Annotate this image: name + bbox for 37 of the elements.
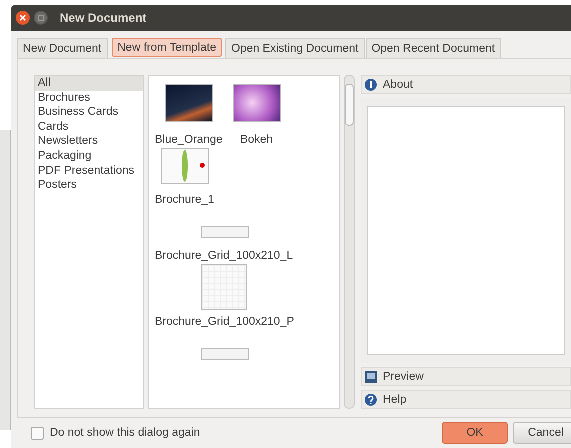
tab[interactable]: Open Recent Document bbox=[366, 38, 502, 58]
template-name[interactable]: Blue_Orange bbox=[155, 134, 223, 146]
template-name[interactable]: Bokeh bbox=[240, 134, 274, 146]
brochure-thumbnail[interactable] bbox=[161, 148, 209, 184]
category-item[interactable]: Brochures bbox=[35, 90, 143, 106]
panel-header[interactable]: Preview bbox=[361, 367, 571, 386]
info-icon bbox=[365, 78, 377, 90]
close-icon[interactable] bbox=[16, 11, 30, 25]
photo-placeholder[interactable] bbox=[164, 84, 213, 122]
landscape-page-thumbnail[interactable] bbox=[201, 226, 249, 238]
window-title: New Document bbox=[60, 11, 147, 25]
picture-icon bbox=[365, 370, 377, 382]
panel-header[interactable]: About bbox=[361, 75, 571, 94]
category-item[interactable]: Newsletters bbox=[35, 134, 143, 149]
scrollbar[interactable] bbox=[344, 75, 355, 409]
photo-placeholder[interactable] bbox=[232, 84, 281, 122]
landscape-page-thumbnail[interactable] bbox=[201, 348, 249, 360]
template-name[interactable]: Brochure_1 bbox=[155, 194, 214, 206]
cancel-button[interactable]: Cancel bbox=[513, 422, 571, 444]
template-name[interactable]: Brochure_Grid_100x210_P bbox=[155, 316, 294, 328]
category-item[interactable]: Posters bbox=[35, 178, 143, 193]
tab[interactable]: New from Template bbox=[112, 38, 222, 57]
tab[interactable]: New Document bbox=[17, 38, 108, 58]
grid-page-thumbnail[interactable] bbox=[201, 264, 247, 310]
category-item[interactable]: Cards bbox=[35, 120, 143, 134]
help-icon bbox=[365, 394, 377, 406]
ok-button[interactable]: OK bbox=[442, 422, 508, 444]
tab[interactable]: Open Existing Document bbox=[225, 38, 365, 58]
checkbox[interactable] bbox=[31, 426, 44, 440]
category-item[interactable]: All bbox=[35, 76, 143, 91]
panel-header[interactable]: Help bbox=[361, 390, 571, 409]
template-name[interactable]: Brochure_Grid_100x210_L bbox=[155, 250, 294, 262]
category-item[interactable]: PDF Presentations bbox=[35, 164, 143, 178]
minimize-icon[interactable] bbox=[34, 11, 48, 25]
checkbox-label[interactable]: Do not show this dialog again bbox=[50, 427, 200, 439]
category-item[interactable]: Business Cards bbox=[35, 105, 143, 120]
category-item[interactable]: Packaging bbox=[35, 148, 143, 164]
